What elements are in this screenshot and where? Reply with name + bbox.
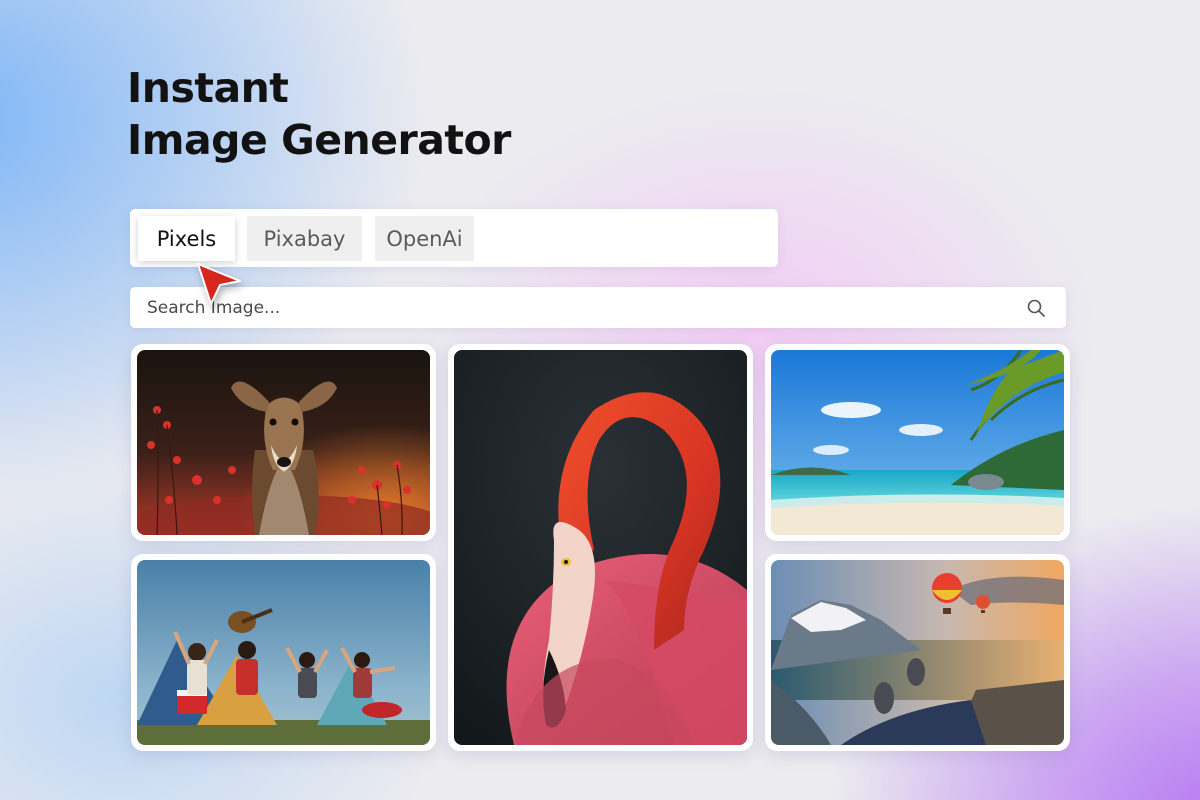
- pointer-cursor-icon: [197, 263, 241, 305]
- image-card-deer[interactable]: [131, 344, 436, 541]
- image-card-beach[interactable]: [765, 344, 1070, 541]
- search-icon[interactable]: [1026, 298, 1046, 318]
- source-tabs: Pixels Pixabay OpenAi: [130, 209, 778, 267]
- deer-photo: [137, 350, 430, 535]
- tab-pixels[interactable]: Pixels: [138, 216, 235, 261]
- image-card-balloons[interactable]: [765, 554, 1070, 751]
- search-bar: [130, 287, 1066, 328]
- camping-photo: [137, 560, 430, 745]
- page-title-line-2: Image Generator: [127, 116, 511, 164]
- balloons-photo: [771, 560, 1064, 745]
- image-card-flamingo[interactable]: [448, 344, 753, 751]
- image-card-camping[interactable]: [131, 554, 436, 751]
- tab-pixabay[interactable]: Pixabay: [247, 216, 362, 261]
- beach-photo: [771, 350, 1064, 535]
- flamingo-photo: [454, 350, 747, 745]
- page-title-line-1: Instant: [127, 64, 289, 112]
- tab-openai[interactable]: OpenAi: [375, 216, 474, 261]
- page-title: Instant Image Generator: [127, 62, 511, 166]
- search-input[interactable]: [130, 287, 990, 328]
